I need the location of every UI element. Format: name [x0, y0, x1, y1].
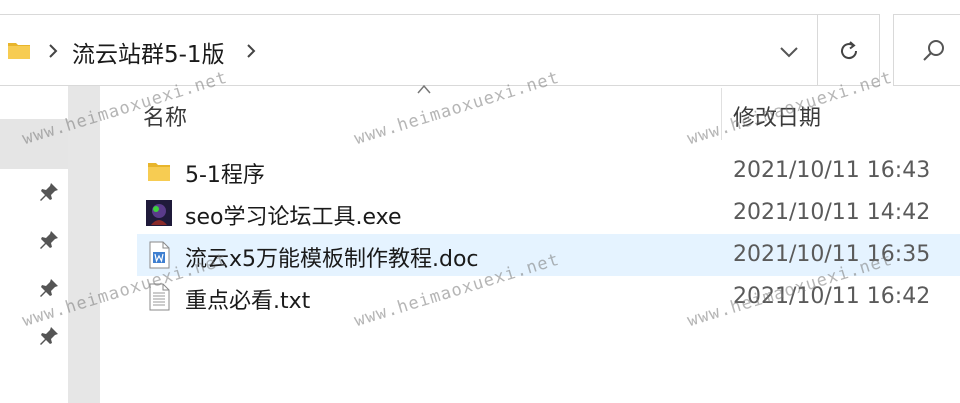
exe-app-icon — [146, 200, 172, 226]
list-item[interactable]: 5-1程序 2021/10/11 16:43 — [137, 150, 960, 192]
word-doc-icon — [149, 241, 170, 269]
file-name: seo学习论坛工具.exe — [185, 205, 402, 230]
column-header-name[interactable]: 名称 — [143, 100, 187, 132]
sort-up-icon — [417, 84, 431, 94]
pin-icon[interactable] — [38, 277, 60, 299]
text-file-icon — [149, 283, 170, 311]
navigation-pane — [0, 86, 68, 403]
file-date: 2021/10/11 14:42 — [733, 200, 931, 225]
list-item[interactable]: seo学习论坛工具.exe 2021/10/11 14:42 — [137, 192, 960, 234]
pin-icon[interactable] — [38, 181, 60, 203]
chevron-down-icon[interactable] — [774, 37, 804, 67]
breadcrumb-current[interactable]: 流云站群5-1版 — [72, 35, 225, 69]
list-item[interactable]: 重点必看.txt 2021/10/11 16:42 — [137, 276, 960, 318]
file-date: 2021/10/11 16:42 — [733, 284, 931, 309]
folder-icon — [8, 43, 30, 59]
address-box[interactable]: 流云站群5-1版 — [0, 14, 818, 86]
refresh-button[interactable] — [818, 14, 880, 86]
scrollbar[interactable] — [68, 86, 100, 403]
file-name: 重点必看.txt — [185, 289, 311, 314]
search-input[interactable] — [893, 14, 960, 86]
file-date: 2021/10/11 16:35 — [733, 242, 931, 267]
search-icon — [923, 40, 944, 61]
folder-icon — [148, 163, 170, 181]
list-item[interactable]: 流云x5万能模板制作教程.doc 2021/10/11 16:35 — [137, 234, 960, 276]
pin-icon[interactable] — [38, 325, 60, 347]
chevron-right-icon[interactable] — [244, 41, 258, 61]
nav-selected-item[interactable] — [0, 119, 68, 169]
file-name: 流云x5万能模板制作教程.doc — [185, 247, 479, 272]
file-date: 2021/10/11 16:43 — [733, 158, 931, 183]
address-bar: 流云站群5-1版 — [0, 14, 960, 86]
column-divider[interactable] — [721, 88, 722, 140]
column-header-date[interactable]: 修改日期 — [733, 100, 821, 132]
chevron-right-icon[interactable] — [46, 41, 60, 61]
refresh-icon — [841, 41, 858, 60]
file-name: 5-1程序 — [185, 163, 265, 188]
pin-icon[interactable] — [38, 229, 60, 251]
